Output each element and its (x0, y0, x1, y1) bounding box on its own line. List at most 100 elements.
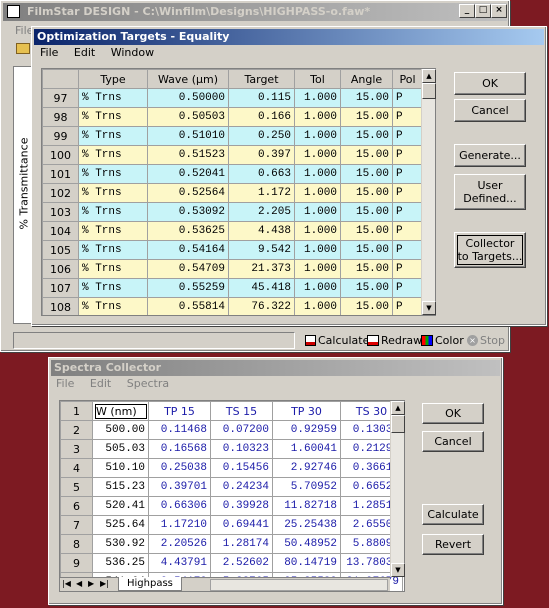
sheet-next-icon[interactable]: ▶ (88, 579, 94, 588)
sheet-tab-highpass[interactable]: Highpass (118, 577, 182, 591)
opt-cell-type[interactable]: % Trns (78, 259, 148, 279)
spectra-cell-w[interactable]: 547.09 (93, 592, 149, 593)
minimize-button[interactable]: _ (459, 4, 475, 18)
spectra-table-row[interactable]: 3 505.03 0.16568 0.10323 1.60041 0.21299 (60, 439, 403, 459)
spectra-cell-ts15[interactable]: 1.28174 (210, 534, 273, 554)
opt-cell-target[interactable]: 0.250 (228, 126, 295, 146)
opt-table-row[interactable]: 101% Trns 0.52041 0.663 1.000 15.00 P (42, 164, 423, 184)
opt-cell-wave[interactable]: 0.52564 (147, 183, 229, 203)
spectra-cell-tp15[interactable]: 1.17210 (148, 515, 211, 535)
collector-to-targets-button[interactable]: Collector to Targets... (454, 232, 526, 268)
opt-cell-wave[interactable]: 0.53625 (147, 221, 229, 241)
opt-cell-target[interactable]: 76.322 (228, 297, 295, 315)
opt-table-row[interactable]: 97% Trns 0.50000 0.115 1.000 15.00 P (42, 88, 423, 108)
opt-cell-wave[interactable]: 0.50503 (147, 107, 229, 127)
opt-col-tol[interactable]: Tol (294, 69, 341, 89)
opt-cell-target[interactable]: 1.172 (228, 183, 295, 203)
spectra-cell-w[interactable]: 505.03 (92, 439, 149, 459)
spectra-cell-tp15[interactable]: 2.20526 (148, 534, 211, 554)
opt-cell-wave[interactable]: 0.51010 (147, 126, 229, 146)
opt-cell-pol[interactable]: P (392, 240, 423, 260)
opt-cell-tol[interactable]: 1.000 (294, 221, 341, 241)
opt-cell-target[interactable]: 9.542 (228, 240, 295, 260)
opt-cell-wave[interactable]: 0.51523 (147, 145, 229, 165)
opt-cell-tol[interactable]: 1.000 (294, 297, 341, 315)
opt-cell-target[interactable]: 0.166 (228, 107, 295, 127)
opt-cell-pol[interactable]: P (392, 221, 423, 241)
opt-cell-tol[interactable]: 1.000 (294, 278, 341, 298)
opt-table-row[interactable]: 106% Trns 0.54709 21.373 1.000 15.00 P (42, 259, 423, 279)
opt-cell-target[interactable]: 0.115 (228, 88, 295, 108)
generate-button[interactable]: Generate... (454, 144, 526, 167)
spectra-cell-w[interactable]: 520.41 (92, 496, 149, 516)
spectra-cell-tp15[interactable]: 0.39701 (148, 477, 211, 497)
opt-cell-type[interactable]: % Trns (78, 202, 148, 222)
opt-cell-angle[interactable]: 15.00 (340, 202, 393, 222)
opt-cell-angle[interactable]: 15.00 (340, 126, 393, 146)
opt-cell-pol[interactable]: P (392, 126, 423, 146)
opt-cell-pol[interactable]: P (392, 164, 423, 184)
opt-cell-tol[interactable]: 1.000 (294, 126, 341, 146)
maximize-button[interactable]: □ (475, 4, 491, 18)
spectra-table-row[interactable]: 5 515.23 0.39701 0.24234 5.70952 0.66524 (60, 477, 403, 497)
opt-cell-wave[interactable]: 0.50000 (147, 88, 229, 108)
opt-cell-wave[interactable]: 0.54164 (147, 240, 229, 260)
opt-cell-angle[interactable]: 15.00 (340, 278, 393, 298)
opt-cell-target[interactable]: 21.373 (228, 259, 295, 279)
opt-menu-file[interactable]: File (40, 46, 58, 59)
spectra-cell-w[interactable]: 530.92 (92, 534, 149, 554)
opt-cell-target[interactable]: 45.418 (228, 278, 295, 298)
spectra-scroll-thumb[interactable] (391, 415, 405, 433)
spectra-col-w[interactable]: W (nm) (92, 401, 149, 421)
opt-cell-type[interactable]: % Trns (78, 107, 148, 127)
spectra-table-row[interactable]: 8 530.92 2.20526 1.28174 50.48952 5.88091 (60, 534, 403, 554)
spectra-cell-ts15[interactable]: 2.52602 (210, 553, 273, 573)
open-folder-icon[interactable] (16, 43, 30, 54)
close-button[interactable]: × (491, 4, 507, 18)
opt-cell-wave[interactable]: 0.55814 (147, 297, 229, 315)
opt-cell-angle[interactable]: 15.00 (340, 145, 393, 165)
spectra-cell-tp15[interactable]: 4.43791 (148, 553, 211, 573)
spectra-cell-tp30[interactable]: 50.48952 (272, 534, 341, 554)
spectra-table-row[interactable]: 9 536.25 4.43791 2.52602 80.14719 13.78031 (60, 553, 403, 573)
opt-col-type[interactable]: Type (78, 69, 148, 89)
opt-cell-target[interactable]: 2.205 (228, 202, 295, 222)
sheet-prev-icon[interactable]: ◀ (76, 579, 82, 588)
spectra-table-row[interactable]: 6 520.41 0.66306 0.39928 11.82718 1.28515 (60, 496, 403, 516)
spectra-scroll-up[interactable]: ▲ (391, 401, 405, 415)
spectra-cell-w[interactable]: 536.25 (92, 553, 149, 573)
opt-table-row[interactable]: 104% Trns 0.53625 4.438 1.000 15.00 P (42, 221, 423, 241)
spectra-menu-spectra[interactable]: Spectra (127, 377, 169, 390)
opt-cell-target[interactable]: 4.438 (228, 221, 295, 241)
opt-table-row[interactable]: 107% Trns 0.55259 45.418 1.000 15.00 P (42, 278, 423, 298)
opt-cell-wave[interactable]: 0.54709 (147, 259, 229, 279)
spectra-cell-w[interactable]: 500.00 (92, 420, 149, 440)
opt-cell-wave[interactable]: 0.53092 (147, 202, 229, 222)
opt-cell-angle[interactable]: 15.00 (340, 240, 393, 260)
opt-cell-angle[interactable]: 15.00 (340, 221, 393, 241)
opt-cell-type[interactable]: % Trns (78, 88, 148, 108)
opt-cell-angle[interactable]: 15.00 (340, 164, 393, 184)
opt-cell-angle[interactable]: 15.00 (340, 297, 393, 315)
spectra-cell-tp15[interactable]: 21.37349 (149, 592, 211, 593)
spectra-cell-ts15[interactable]: 0.10323 (210, 439, 273, 459)
spectra-table-row[interactable]: 7 525.64 1.17210 0.69441 25.25438 2.65509 (60, 515, 403, 535)
opt-cell-pol[interactable]: P (392, 259, 423, 279)
spectra-cell-tp30[interactable]: 11.82718 (272, 496, 341, 516)
spectra-table-row[interactable]: 4 510.10 0.25038 0.15456 2.92746 0.36611 (60, 458, 403, 478)
spectra-revert-button[interactable]: Revert (422, 534, 484, 555)
opt-cell-tol[interactable]: 1.000 (294, 164, 341, 184)
scroll-down-arrow[interactable]: ▼ (422, 301, 436, 315)
opt-cell-pol[interactable]: P (392, 88, 423, 108)
opt-cell-wave[interactable]: 0.52041 (147, 164, 229, 184)
sheet-last-icon[interactable]: ▶| (100, 579, 109, 588)
opt-menu-edit[interactable]: Edit (74, 46, 95, 59)
opt-cell-tol[interactable]: 1.000 (294, 202, 341, 222)
opt-table-row[interactable]: 103% Trns 0.53092 2.205 1.000 15.00 P (42, 202, 423, 222)
spectra-cell-tp15[interactable]: 0.11468 (148, 420, 211, 440)
spectra-vscrollbar[interactable]: ▲ ▼ (390, 401, 405, 577)
opt-cell-angle[interactable]: 15.00 (340, 259, 393, 279)
opt-table-row[interactable]: 108% Trns 0.55814 76.322 1.000 15.00 P (42, 297, 423, 315)
opt-col-target[interactable]: Target (228, 69, 295, 89)
opt-cell-type[interactable]: % Trns (78, 278, 148, 298)
